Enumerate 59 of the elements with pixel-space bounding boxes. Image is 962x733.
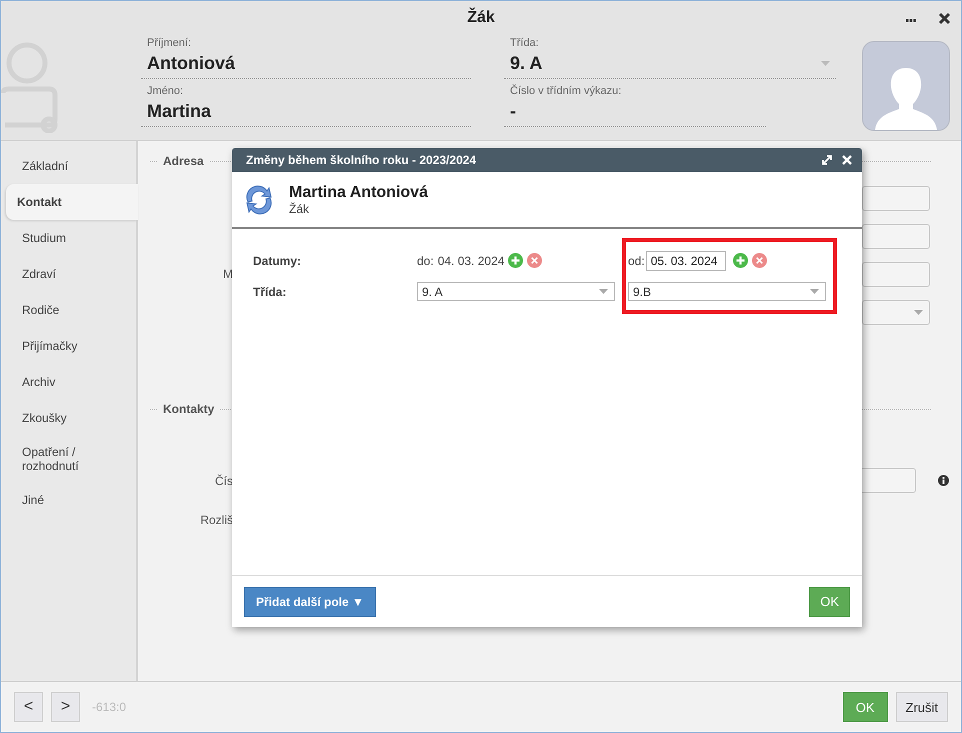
- section-title: Adresa: [163, 154, 204, 168]
- more-icon[interactable]: [906, 19, 916, 23]
- sidebar-tab[interactable]: Studium: [6, 220, 124, 256]
- select-field[interactable]: [862, 300, 930, 324]
- close-icon[interactable]: [938, 12, 951, 25]
- person-role: Žák: [289, 202, 310, 216]
- info-icon[interactable]: [938, 475, 949, 486]
- caret-icon: [821, 61, 830, 66]
- field-label: Čís: [215, 474, 233, 488]
- class-select[interactable]: 9. A: [417, 282, 615, 301]
- sidebar-tab[interactable]: Základní: [6, 148, 124, 184]
- input-field[interactable]: [862, 224, 930, 248]
- field-label: Jméno:: [147, 85, 184, 97]
- input-field[interactable]: [862, 186, 930, 210]
- add-field-button[interactable]: Přidat další pole ▼: [244, 586, 376, 616]
- next-button[interactable]: >: [51, 692, 80, 722]
- field-label: Číslo v třídním výkazu:: [510, 85, 622, 97]
- sidebar-tab[interactable]: Zdraví: [6, 256, 124, 292]
- sidebar-tab[interactable]: Opatření / rozhodnutí: [6, 436, 124, 482]
- name-field[interactable]: Jméno: Martina: [141, 83, 471, 127]
- add-icon[interactable]: [508, 253, 524, 268]
- input-field[interactable]: [862, 262, 930, 286]
- field-value: -: [510, 101, 516, 122]
- name-field[interactable]: Příjmení: Antoniová: [141, 35, 471, 79]
- sidebar-tab[interactable]: Přijímačky: [6, 328, 124, 364]
- add-icon[interactable]: [732, 253, 748, 268]
- field-value: Martina: [147, 101, 212, 122]
- field-label: Příjmení:: [147, 37, 192, 49]
- caret-icon: [810, 289, 819, 294]
- dialog-title: Změny během školního roku - 2023/2024: [246, 153, 478, 167]
- field-label: Třída:: [510, 37, 540, 49]
- field-label: Rozliš: [200, 512, 233, 526]
- date-prefix: od:: [628, 254, 645, 268]
- date-field[interactable]: 05. 03. 2024: [646, 250, 726, 270]
- row-label: Třída:: [253, 284, 286, 298]
- cancel-button[interactable]: Zrušit: [896, 692, 948, 722]
- sidebar-tab[interactable]: Kontakt: [6, 184, 138, 220]
- remove-icon[interactable]: [527, 253, 542, 268]
- info-field[interactable]: Třída: 9. A: [504, 35, 836, 79]
- class-select[interactable]: 9.B: [628, 282, 826, 301]
- field-label: M: [223, 267, 233, 281]
- sidebar-tab[interactable]: Jiné: [6, 482, 124, 518]
- sidebar-tab[interactable]: Rodiče: [6, 292, 124, 328]
- field-value: Antoniová: [147, 53, 235, 74]
- expand-icon[interactable]: [822, 155, 832, 165]
- window-title: Žák: [467, 9, 495, 27]
- date-text: 04. 03. 2024: [438, 254, 504, 268]
- sidebar-tab[interactable]: Archiv: [6, 364, 124, 400]
- section-title: Kontakty: [163, 402, 214, 416]
- input-field[interactable]: [860, 468, 916, 493]
- previous-button[interactable]: <: [14, 692, 43, 722]
- person-name: Martina Antoniová: [289, 184, 428, 202]
- field-value: 9. A: [510, 53, 542, 74]
- sidebar-tab[interactable]: Zkoušky: [6, 400, 124, 436]
- caret-icon: [599, 289, 608, 294]
- date-prefix: do:: [417, 254, 434, 268]
- row-label: Datumy:: [253, 254, 302, 268]
- caret-icon: [914, 310, 923, 314]
- remove-icon[interactable]: [752, 253, 767, 268]
